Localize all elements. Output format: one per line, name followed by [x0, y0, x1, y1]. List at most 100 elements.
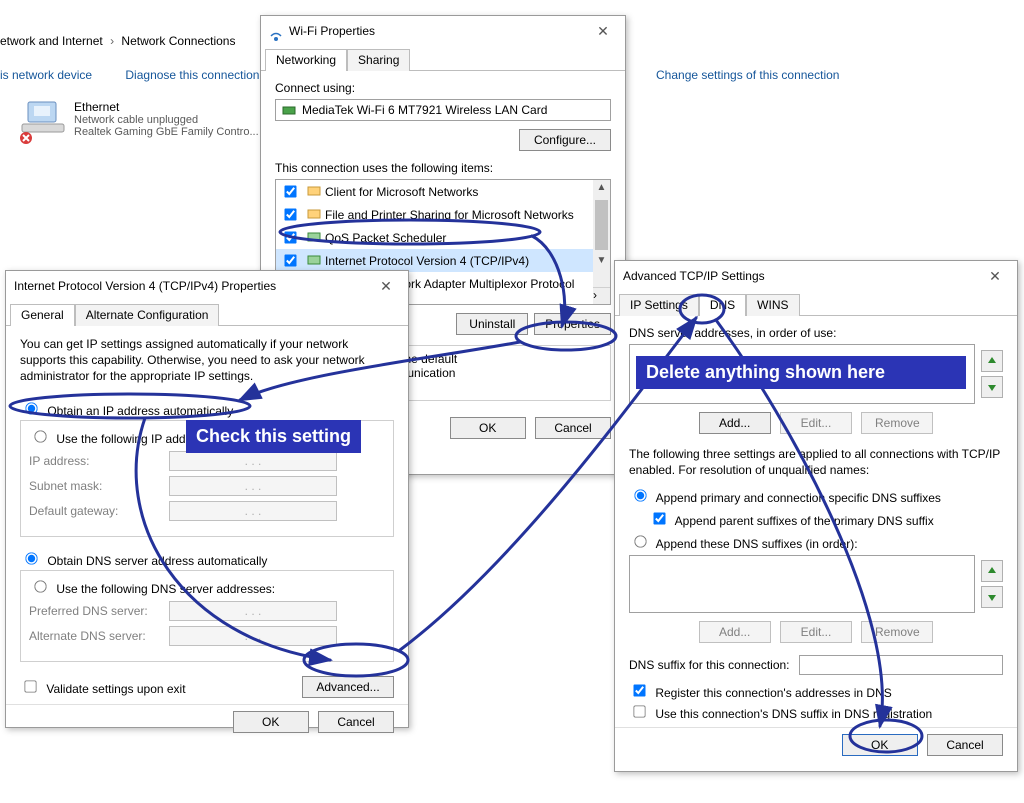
validate-label: Validate settings upon exit: [46, 682, 185, 696]
scroll-right-icon[interactable]: ›: [593, 287, 610, 304]
tab-dns[interactable]: DNS: [699, 294, 746, 316]
nic-icon: [282, 103, 296, 117]
obtain-dns-radio-row[interactable]: Obtain DNS server address automatically: [20, 554, 267, 568]
edit-button-2[interactable]: Edit...: [780, 621, 852, 643]
ok-button[interactable]: OK: [450, 417, 526, 439]
obtain-ip-radio-row[interactable]: Obtain an IP address automatically: [20, 404, 233, 418]
item-checkbox[interactable]: [284, 208, 296, 220]
breadcrumb-sep-icon: ›: [106, 34, 118, 48]
tab-wins[interactable]: WINS: [746, 294, 799, 316]
add-button[interactable]: Add...: [699, 412, 771, 434]
append-primary-label: Append primary and connection specific D…: [656, 491, 941, 505]
close-icon[interactable]: ✕: [981, 266, 1009, 286]
adapter-field[interactable]: MediaTek Wi-Fi 6 MT7921 Wireless LAN Car…: [275, 99, 611, 121]
close-icon[interactable]: ✕: [372, 276, 400, 296]
validate-checkbox[interactable]: [24, 680, 36, 692]
scroll-up-icon[interactable]: ▲: [593, 180, 610, 197]
append-primary-radio[interactable]: [634, 490, 646, 502]
advanced-button[interactable]: Advanced...: [302, 676, 394, 698]
gateway-input: . . .: [169, 501, 337, 521]
toolbar-change-settings[interactable]: Change settings of this connection: [656, 68, 839, 82]
connect-using-label: Connect using:: [275, 81, 611, 95]
obtain-ip-radio[interactable]: [25, 402, 37, 414]
tab-general[interactable]: General: [10, 304, 75, 326]
protocol-icon: [307, 254, 321, 268]
use-dns-radio[interactable]: [34, 580, 46, 592]
list-item: QoS Packet Scheduler: [276, 226, 610, 249]
wifi-icon: [269, 24, 283, 38]
append-primary-row[interactable]: Append primary and connection specific D…: [629, 491, 941, 505]
suffix-label: DNS suffix for this connection:: [629, 658, 799, 672]
remove-button-2[interactable]: Remove: [861, 621, 933, 643]
cancel-button[interactable]: Cancel: [927, 734, 1003, 756]
subnet-input: . . .: [169, 476, 337, 496]
move-down-button[interactable]: [981, 586, 1003, 608]
adapter-ethernet[interactable]: Ethernet Network cable unplugged Realtek…: [20, 100, 270, 140]
ipv4-properties-dialog: Internet Protocol Version 4 (TCP/IPv4) P…: [5, 270, 409, 728]
alt-dns-input: . . .: [169, 626, 337, 646]
subnet-label: Subnet mask:: [29, 479, 169, 493]
tab-alternate[interactable]: Alternate Configuration: [75, 304, 220, 326]
suffix-input[interactable]: [799, 655, 1003, 675]
item-label: Client for Microsoft Networks: [325, 185, 478, 199]
adapter-name-text: MediaTek Wi-Fi 6 MT7921 Wireless LAN Car…: [302, 103, 547, 117]
remove-button[interactable]: Remove: [861, 412, 933, 434]
toolbar-disable[interactable]: is network device: [0, 68, 92, 82]
edit-button[interactable]: Edit...: [780, 412, 852, 434]
ethernet-icon: [20, 100, 68, 140]
adapter-device: Realtek Gaming GbE Family Contro...: [74, 126, 270, 138]
ok-button[interactable]: OK: [233, 711, 309, 733]
tab-networking[interactable]: Networking: [265, 49, 347, 71]
ok-button[interactable]: OK: [842, 734, 918, 756]
scroll-thumb[interactable]: [595, 200, 608, 250]
move-up-button[interactable]: [981, 350, 1003, 372]
move-down-button[interactable]: [981, 376, 1003, 398]
obtain-dns-radio[interactable]: [25, 552, 37, 564]
item-label: File and Printer Sharing for Microsoft N…: [325, 208, 574, 222]
use-suffix-row[interactable]: Use this connection's DNS suffix in DNS …: [629, 707, 932, 721]
advanced-tcpip-dialog: Advanced TCP/IP Settings ✕ IP Settings D…: [614, 260, 1018, 772]
scroll-down-icon[interactable]: ▼: [593, 253, 610, 270]
obtain-ip-label: Obtain an IP address automatically: [47, 404, 233, 418]
properties-button[interactable]: Properties: [534, 313, 611, 335]
uninstall-button[interactable]: Uninstall: [456, 313, 528, 335]
append-these-row[interactable]: Append these DNS suffixes (in order):: [629, 537, 858, 551]
tab-ip-settings[interactable]: IP Settings: [619, 294, 699, 316]
item-checkbox[interactable]: [284, 254, 296, 266]
close-icon[interactable]: ✕: [589, 21, 617, 41]
append-these-radio[interactable]: [634, 536, 646, 548]
component-icon: [307, 185, 321, 199]
validate-checkbox-row[interactable]: Validate settings upon exit: [20, 677, 186, 696]
append-parent-row[interactable]: Append parent suffixes of the primary DN…: [649, 514, 934, 528]
breadcrumb-part-1[interactable]: etwork and Internet: [0, 34, 103, 48]
use-suffix-checkbox[interactable]: [633, 706, 645, 718]
item-checkbox[interactable]: [284, 231, 296, 243]
cancel-button[interactable]: Cancel: [318, 711, 394, 733]
ipv4-info-text: You can get IP settings assigned automat…: [20, 336, 394, 385]
list-item-tcpip4: Internet Protocol Version 4 (TCP/IPv4): [276, 249, 610, 272]
suffix-list[interactable]: [629, 555, 975, 613]
append-parent-label: Append parent suffixes of the primary DN…: [675, 514, 934, 528]
add-button-2[interactable]: Add...: [699, 621, 771, 643]
pref-dns-label: Preferred DNS server:: [29, 604, 169, 618]
register-checkbox[interactable]: [633, 685, 645, 697]
use-dns-radio-row[interactable]: Use the following DNS server addresses:: [29, 582, 275, 596]
use-ip-radio[interactable]: [34, 430, 46, 442]
pref-dns-input: . . .: [169, 601, 337, 621]
scrollbar[interactable]: ▲ ▼: [593, 180, 610, 287]
configure-button[interactable]: Configure...: [519, 129, 611, 151]
cancel-button[interactable]: Cancel: [535, 417, 611, 439]
tab-sharing[interactable]: Sharing: [347, 49, 410, 71]
callout-check-setting: Check this setting: [186, 420, 361, 453]
move-up-button[interactable]: [981, 560, 1003, 582]
breadcrumb-part-2[interactable]: Network Connections: [121, 34, 235, 48]
register-row[interactable]: Register this connection's addresses in …: [629, 686, 892, 700]
component-icon: [307, 231, 321, 245]
toolbar-diagnose[interactable]: Diagnose this connection: [125, 68, 259, 82]
use-suffix-label: Use this connection's DNS suffix in DNS …: [655, 707, 932, 721]
use-ip-radio-row[interactable]: Use the following IP address:: [29, 432, 212, 446]
list-item: Client for Microsoft Networks: [276, 180, 610, 203]
ip-address-input: . . .: [169, 451, 337, 471]
item-checkbox[interactable]: [284, 185, 296, 197]
append-parent-checkbox[interactable]: [653, 513, 665, 525]
